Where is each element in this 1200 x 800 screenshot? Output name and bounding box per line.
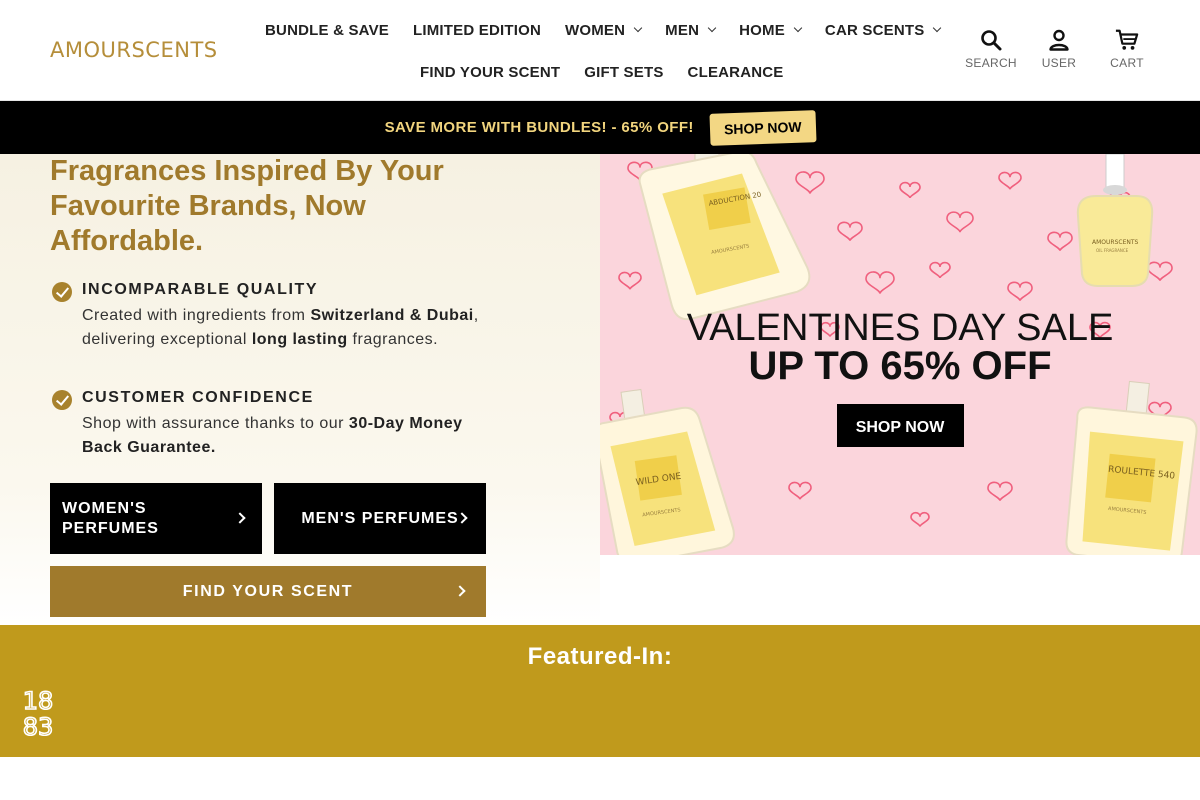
- cart-label: CART: [1110, 56, 1144, 70]
- heart-icon: [946, 211, 974, 233]
- find-your-scent-button[interactable]: FIND YOUR SCENT: [50, 566, 486, 617]
- heart-icon: [837, 221, 863, 242]
- feature-confidence: CUSTOMER CONFIDENCE Shop with assurance …: [50, 388, 490, 460]
- heart-icon: [788, 481, 812, 500]
- svg-text:SHOP NOW: SHOP NOW: [856, 419, 946, 436]
- promo-artwork: ABDUCTION 20 AMOURSCENTS AMOURSCENTS OIL…: [600, 154, 1198, 555]
- heart-icon: [865, 271, 895, 294]
- womens-perfumes-button[interactable]: WOMEN'S PERFUMES: [50, 483, 262, 554]
- nav-item-limited-edition[interactable]: LIMITED EDITION: [401, 22, 553, 39]
- featured-in-title: Featured-In:: [527, 643, 673, 670]
- hero-title: Fragrances Inspired By Your Favourite Br…: [50, 155, 444, 257]
- nav-row-primary: BUNDLE & SAVE LIMITED EDITION WOMEN MEN HOME…: [253, 10, 953, 50]
- womens-perfumes-label: WOMEN'S PERFUMES: [62, 499, 159, 537]
- featured-in-section: Featured-In: 18 83: [0, 625, 1200, 757]
- chevron-down-icon: [707, 23, 717, 33]
- promo-discount: UP TO 65% OFF: [748, 344, 1051, 388]
- nav-row-secondary: FIND YOUR SCENT GIFT SETS CLEARANCE: [408, 52, 796, 92]
- nav-item-women[interactable]: WOMEN: [553, 22, 653, 39]
- find-your-scent-label: FIND YOUR SCENT: [182, 582, 354, 600]
- nav-item-home[interactable]: HOME: [727, 22, 813, 39]
- mens-perfumes-button[interactable]: MEN'S PERFUMES: [274, 483, 486, 554]
- svg-text:83: 83: [23, 713, 54, 739]
- feature-description: Shop with assurance thanks to our 30-Day…: [82, 415, 463, 456]
- hero-info-panel: Fragrances Inspired By Your Favourite Br…: [0, 154, 600, 625]
- chevron-down-icon: [933, 23, 942, 33]
- account-button[interactable]: USER: [1031, 28, 1087, 70]
- feature-description: Created with ingredients from Switzerlan…: [82, 307, 479, 348]
- promo-headline: VALENTINES DAY SALE: [687, 307, 1114, 349]
- nav-item-men[interactable]: MEN: [653, 22, 727, 39]
- announcement-text: SAVE MORE WITH BUNDLES! - 65% OFF!: [384, 119, 694, 136]
- heart-icon: [1147, 261, 1173, 282]
- heart-icon: [1047, 231, 1073, 252]
- search-button[interactable]: SEARCH: [963, 28, 1019, 70]
- feature-heading: INCOMPARABLE QUALITY: [82, 281, 319, 298]
- feature-quality: INCOMPARABLE QUALITY Created with ingred…: [50, 280, 490, 352]
- cart-icon: [1115, 29, 1139, 50]
- press-logo-1883[interactable]: 18 83: [18, 687, 58, 739]
- heart-icon: [618, 271, 642, 290]
- search-icon: [981, 30, 1002, 51]
- perfume-bottle-abduction: ABDUCTION 20 AMOURSCENTS: [638, 154, 811, 321]
- chevron-down-icon: [793, 23, 803, 33]
- perfume-bottle-roulette: ROULETTE 540 AMOURSCENTS: [1065, 380, 1198, 555]
- perfume-bottle-oil: AMOURSCENTS OIL FRAGRANCE: [1076, 154, 1154, 287]
- search-label: SEARCH: [965, 56, 1017, 70]
- heart-icon: [998, 171, 1022, 190]
- svg-text:18: 18: [23, 687, 54, 715]
- nav-item-bundle-save[interactable]: BUNDLE & SAVE: [253, 22, 401, 39]
- heart-icon: [795, 171, 825, 194]
- nav-item-find-your-scent[interactable]: FIND YOUR SCENT: [408, 64, 572, 81]
- svg-text:AMOURSCENTS: AMOURSCENTS: [1092, 239, 1139, 246]
- heart-icon: [987, 481, 1013, 502]
- cart-button[interactable]: CART: [1099, 28, 1155, 70]
- chevron-down-icon: [633, 23, 643, 33]
- nav-item-clearance[interactable]: CLEARANCE: [676, 64, 796, 81]
- nav-item-car-scents[interactable]: CAR SCENTS: [813, 22, 953, 39]
- check-circle-icon: [52, 390, 72, 410]
- user-icon: [1049, 29, 1069, 51]
- chevron-right-icon: [454, 585, 466, 597]
- chevron-right-icon: [234, 512, 246, 524]
- brand-logo[interactable]: AMOURSCENTS: [50, 38, 218, 62]
- user-label: USER: [1041, 56, 1077, 70]
- feature-heading: CUSTOMER CONFIDENCE: [82, 389, 314, 406]
- banner-shop-now-button[interactable]: SHOP NOW: [709, 109, 816, 146]
- main-nav: BUNDLE & SAVE LIMITED EDITION WOMEN MEN HOME…: [253, 10, 953, 81]
- check-circle-icon: [52, 282, 72, 302]
- heart-icon: [910, 511, 930, 527]
- heart-icon: [929, 261, 951, 279]
- header-icons: SEARCH USER CART: [963, 28, 1155, 70]
- svg-text:OIL FRAGRANCE: OIL FRAGRANCE: [1096, 248, 1129, 253]
- announcement-bar: SAVE MORE WITH BUNDLES! - 65% OFF! SHOP …: [0, 101, 1200, 154]
- valentines-promo-banner[interactable]: ABDUCTION 20 AMOURSCENTS AMOURSCENTS OIL…: [600, 154, 1200, 555]
- heart-icon: [1007, 281, 1033, 302]
- site-header: AMOURSCENTS BUNDLE & SAVE LIMITED EDITION…: [0, 0, 1200, 101]
- mens-perfumes-label: MEN'S PERFUMES: [301, 509, 459, 527]
- heart-icon: [899, 181, 921, 199]
- nav-item-gift-sets[interactable]: GIFT SETS: [572, 64, 675, 81]
